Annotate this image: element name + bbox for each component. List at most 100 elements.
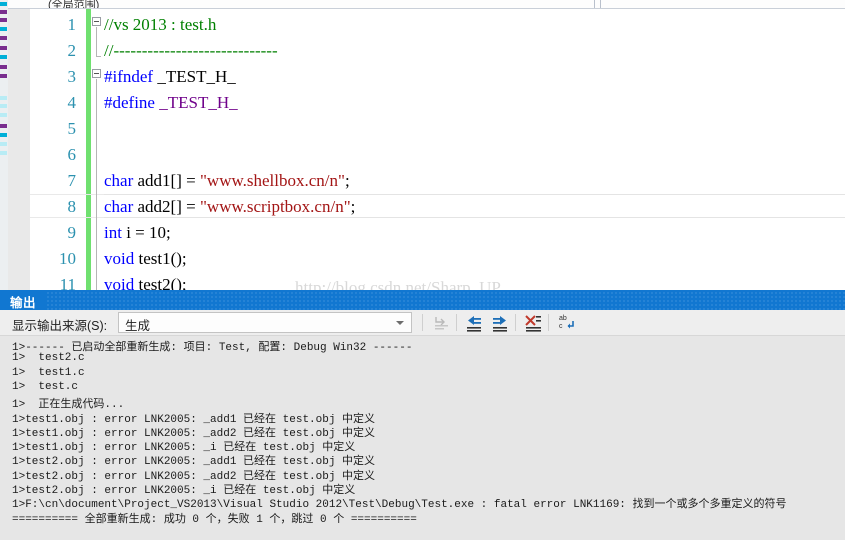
editor-marker (0, 10, 7, 14)
output-pane: 输出 显示输出来源(S): 生成 ab c 1>------ 已启动全部重新生成… (0, 290, 845, 540)
code-token: test1(); (134, 249, 187, 268)
editor-marker (0, 133, 7, 137)
next-message-button[interactable] (489, 312, 511, 333)
code-token: int (104, 223, 122, 242)
code-line[interactable] (104, 142, 845, 168)
output-line[interactable]: 1> test.c (12, 381, 78, 393)
toolbar-separator-1 (422, 314, 423, 331)
code-token: #define (104, 93, 155, 112)
line-number: 11 (59, 275, 76, 290)
line-number-column: 1 2 3 4 5 6 7 8 9 10 11 (30, 9, 82, 290)
clear-all-button[interactable] (522, 312, 544, 333)
code-line[interactable]: //vs 2013 : test.h (104, 12, 845, 38)
previous-message-button[interactable] (463, 312, 485, 333)
code-line[interactable]: #define _TEST_H_ (104, 90, 845, 116)
editor-marker (0, 27, 7, 31)
code-token: test2(); (134, 275, 187, 290)
editor-marker (0, 104, 7, 108)
code-token: char (104, 197, 134, 216)
editor-marker (0, 142, 7, 146)
title-bar-dot-pattern (46, 290, 845, 310)
code-token: 10 (149, 223, 167, 242)
editor-marker (0, 96, 7, 100)
editor-marker (0, 46, 7, 50)
editor-marker (0, 2, 7, 6)
code-token: _TEST_H_ (159, 93, 238, 112)
output-line[interactable]: ========== 全部重新生成: 成功 0 个，失败 1 个，跳过 0 个 … (12, 510, 417, 526)
code-line[interactable]: char add2[] = "www.scriptbox.cn/n"; (104, 194, 845, 220)
code-token: //----------------------------- (104, 41, 278, 60)
code-line[interactable]: int i = 10; (104, 220, 845, 246)
scope-bar-divider-2 (600, 0, 601, 8)
output-title-bar[interactable]: 输出 (0, 290, 845, 310)
editor-marker (0, 55, 7, 59)
line-number: 7 (67, 171, 77, 190)
fold-guide-line-2 (96, 79, 97, 290)
code-line[interactable]: char add1[] = "www.shellbox.cn/n"; (104, 168, 845, 194)
output-source-value: 生成 (125, 319, 151, 333)
code-editor[interactable]: 1 2 3 4 5 6 7 8 9 10 11 //vs 2013 : test.h//------… (8, 9, 845, 290)
toolbar-separator-3 (515, 314, 516, 331)
output-title-label: 输出 (10, 296, 37, 310)
code-token: add2[] = (133, 197, 200, 216)
line-number: 3 (67, 67, 77, 86)
toolbar-separator-2 (456, 314, 457, 331)
line-number: 10 (59, 249, 76, 268)
output-source-select[interactable]: 生成 (118, 312, 412, 333)
goto-message-button[interactable] (430, 312, 452, 333)
code-line[interactable] (104, 116, 845, 142)
chevron-down-icon (396, 321, 404, 325)
output-text-area[interactable]: 1>------ 已启动全部重新生成: 项目: Test, 配置: Debug … (0, 336, 845, 540)
editor-marker (0, 74, 7, 78)
svg-text:ab: ab (559, 315, 567, 322)
code-token: #ifndef (104, 67, 154, 86)
line-number: 9 (67, 223, 77, 242)
editor-gutter[interactable] (8, 9, 30, 290)
scope-bar-divider (594, 0, 595, 8)
editor-marker (0, 65, 7, 69)
editor-marker (0, 151, 7, 155)
svg-text:c: c (559, 323, 563, 330)
toggle-word-wrap-button[interactable]: ab c (556, 312, 578, 333)
show-output-from-label: 显示输出来源(S): (12, 319, 108, 333)
code-text-layer[interactable]: //vs 2013 : test.h //--------------------… (104, 9, 845, 290)
code-token: void (104, 275, 135, 290)
blog-watermark: http://blog.csdn.net/Sharp_UP (295, 278, 501, 290)
fold-toggle-icon[interactable] (92, 69, 101, 78)
line-number: 6 (67, 145, 77, 164)
code-token: i = (121, 223, 150, 242)
editor-marker (0, 36, 7, 40)
toolbar-separator-4 (548, 314, 549, 331)
line-number: 2 (67, 41, 77, 60)
code-line[interactable]: void test1(); (104, 246, 845, 272)
editor-marker-strip (0, 0, 8, 290)
editor-marker (0, 113, 7, 117)
fold-guide-line (96, 27, 101, 57)
output-toolbar: 显示输出来源(S): 生成 ab c (0, 310, 845, 336)
code-line[interactable]: #ifndef _TEST_H_ (104, 64, 845, 90)
code-token: ; (350, 197, 356, 216)
code-line[interactable]: //----------------------------- (104, 38, 845, 64)
code-token: char (104, 171, 134, 190)
code-token: _TEST_H_ (157, 67, 236, 86)
code-token: "www.shellbox.cn/n" (199, 171, 345, 190)
editor-scope-bar: (全局范围) (8, 0, 845, 9)
vs-ide-window: (全局范围) 1 2 3 4 5 6 7 8 9 10 11 //vs 2013 : test.h /… (0, 0, 845, 540)
code-token: void (104, 249, 135, 268)
code-token: add1[] = (133, 171, 200, 190)
code-token: "www.scriptbox.cn/n" (199, 197, 351, 216)
current-line-highlight-gutter (8, 194, 104, 218)
editor-marker (0, 124, 7, 128)
code-token: //vs 2013 : test.h (104, 15, 217, 34)
line-number: 1 (67, 15, 77, 34)
code-token: ; (344, 171, 350, 190)
fold-toggle-icon[interactable] (92, 17, 101, 26)
line-number: 5 (67, 119, 77, 138)
scope-label: (全局范围) (48, 0, 100, 9)
line-number: 4 (67, 93, 77, 112)
output-line[interactable]: 1> test2.c (12, 352, 85, 364)
code-token: ; (166, 223, 171, 242)
output-line[interactable]: 1> test1.c (12, 367, 85, 379)
change-tracking-bar (86, 9, 91, 290)
editor-marker (0, 18, 7, 22)
